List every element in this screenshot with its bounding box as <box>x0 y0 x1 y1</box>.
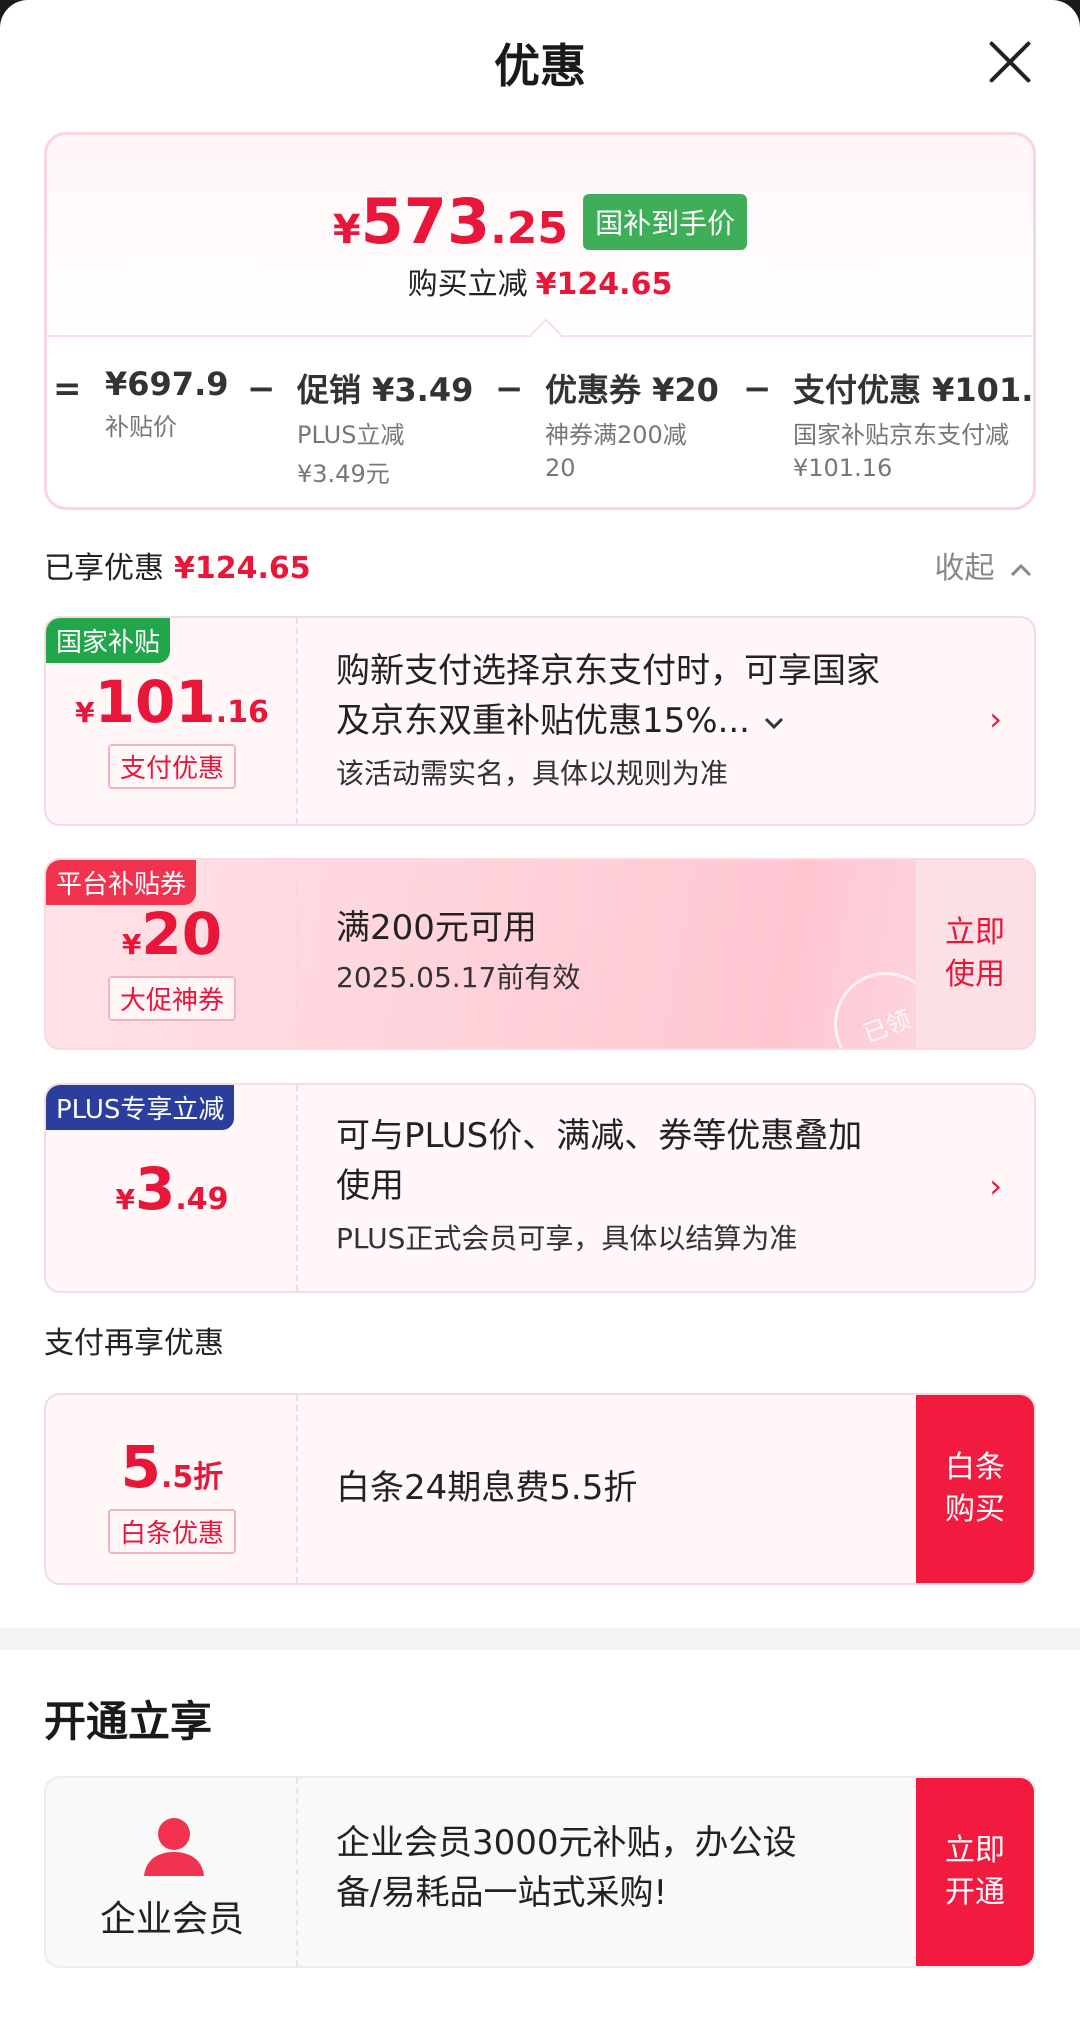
formula-item: ¥697.9 补贴价 <box>105 365 229 441</box>
chevron-right-icon[interactable]: › <box>989 700 1002 738</box>
enterprise-member-card[interactable]: 企业会员 企业会员3000元补贴，办公设 备/易耗品一站式采购! 立即 开通 <box>44 1776 1036 1968</box>
card-description: 可与PLUS价、满减、券等优惠叠加 使用 PLUS正式会员可享，具体以结算为准 <box>336 1116 863 1255</box>
close-icon[interactable] <box>986 38 1034 86</box>
person-icon <box>144 1818 204 1876</box>
national-subsidy-card[interactable]: 国家补贴 ¥101.16 支付优惠 购新支付选择京东支付时，可享国家 及京东双重… <box>44 616 1036 826</box>
discount-amount: ¥101.16 <box>75 668 269 736</box>
platform-coupon-card[interactable]: 平台补贴券 ¥20 大促神券 满200元可用 2025.05.17前有效 已领 … <box>44 858 1036 1050</box>
use-now-button[interactable]: 立即 使用 <box>916 860 1034 1048</box>
discount-sheet: 优惠 ¥573.25 国补到手价 购买立减 ¥124.65 = ¥697.9 补贴… <box>0 0 1080 2036</box>
plus-discount-card[interactable]: PLUS专享立减 ¥3.49 可与PLUS价、满减、券等优惠叠加 使用 PLUS… <box>44 1083 1036 1293</box>
coupon-amount: ¥20 <box>121 900 223 968</box>
chevron-up-icon <box>1010 563 1032 576</box>
formula-item: 支付优惠 ¥101.1 国家补贴京东支付减 ¥101.16 <box>793 371 1036 482</box>
formula-item: 促销 ¥3.49 PLUS立减 ¥3.49元 <box>297 371 474 488</box>
collapse-button[interactable]: 收起 <box>934 543 1034 587</box>
discount-amount: ¥3.49 <box>115 1155 229 1223</box>
discount-type-badge: 支付优惠 <box>108 744 236 789</box>
ribbon: PLUS专享立减 <box>46 1085 235 1130</box>
enterprise-member-label: 企业会员 <box>99 1899 244 1940</box>
card-description: 企业会员3000元补贴，办公设 备/易耗品一站式采购! <box>336 1823 797 1913</box>
price-summary: ¥573.25 国补到手价 购买立减 ¥124.65 = ¥697.9 补贴价 −… <box>44 132 1036 510</box>
discount-amount: 5.5折 <box>120 1433 224 1501</box>
final-price: ¥573.25 <box>332 185 569 258</box>
card-description: 购新支付选择京东支付时，可享国家 及京东双重补贴优惠15%... 该活动需实名，… <box>336 651 880 790</box>
baitiao-buy-button[interactable]: 白条 购买 <box>916 1395 1034 1583</box>
open-section-title: 开通立享 <box>44 1697 213 1746</box>
card-description: 满200元可用 2025.05.17前有效 <box>336 908 581 994</box>
chevron-down-icon[interactable] <box>761 713 787 733</box>
chevron-right-icon[interactable]: › <box>989 1167 1002 1205</box>
sheet-title: 优惠 <box>494 39 586 93</box>
formula-item: 优惠券 ¥20 神券满200减 20 <box>545 371 719 482</box>
card-description: 白条24期息费5.5折 <box>336 1468 638 1508</box>
section-separator <box>0 1628 1080 1650</box>
pay-section-title: 支付再享优惠 <box>44 1326 224 1361</box>
instant-reduction: 购买立减 ¥124.65 <box>407 267 673 302</box>
ribbon: 平台补贴券 <box>46 860 197 905</box>
open-now-button[interactable]: 立即 开通 <box>916 1778 1034 1966</box>
coupon-type-badge: 大促神券 <box>108 976 236 1021</box>
subsidy-price-tag: 国补到手价 <box>583 193 748 250</box>
baitiao-card[interactable]: 5.5折 白条优惠 白条24期息费5.5折 白条 购买 <box>44 1393 1036 1585</box>
discount-type-badge: 白条优惠 <box>108 1509 236 1554</box>
enjoyed-discount: 已享优惠 ¥124.65 <box>44 551 311 586</box>
ribbon: 国家补贴 <box>46 618 171 663</box>
